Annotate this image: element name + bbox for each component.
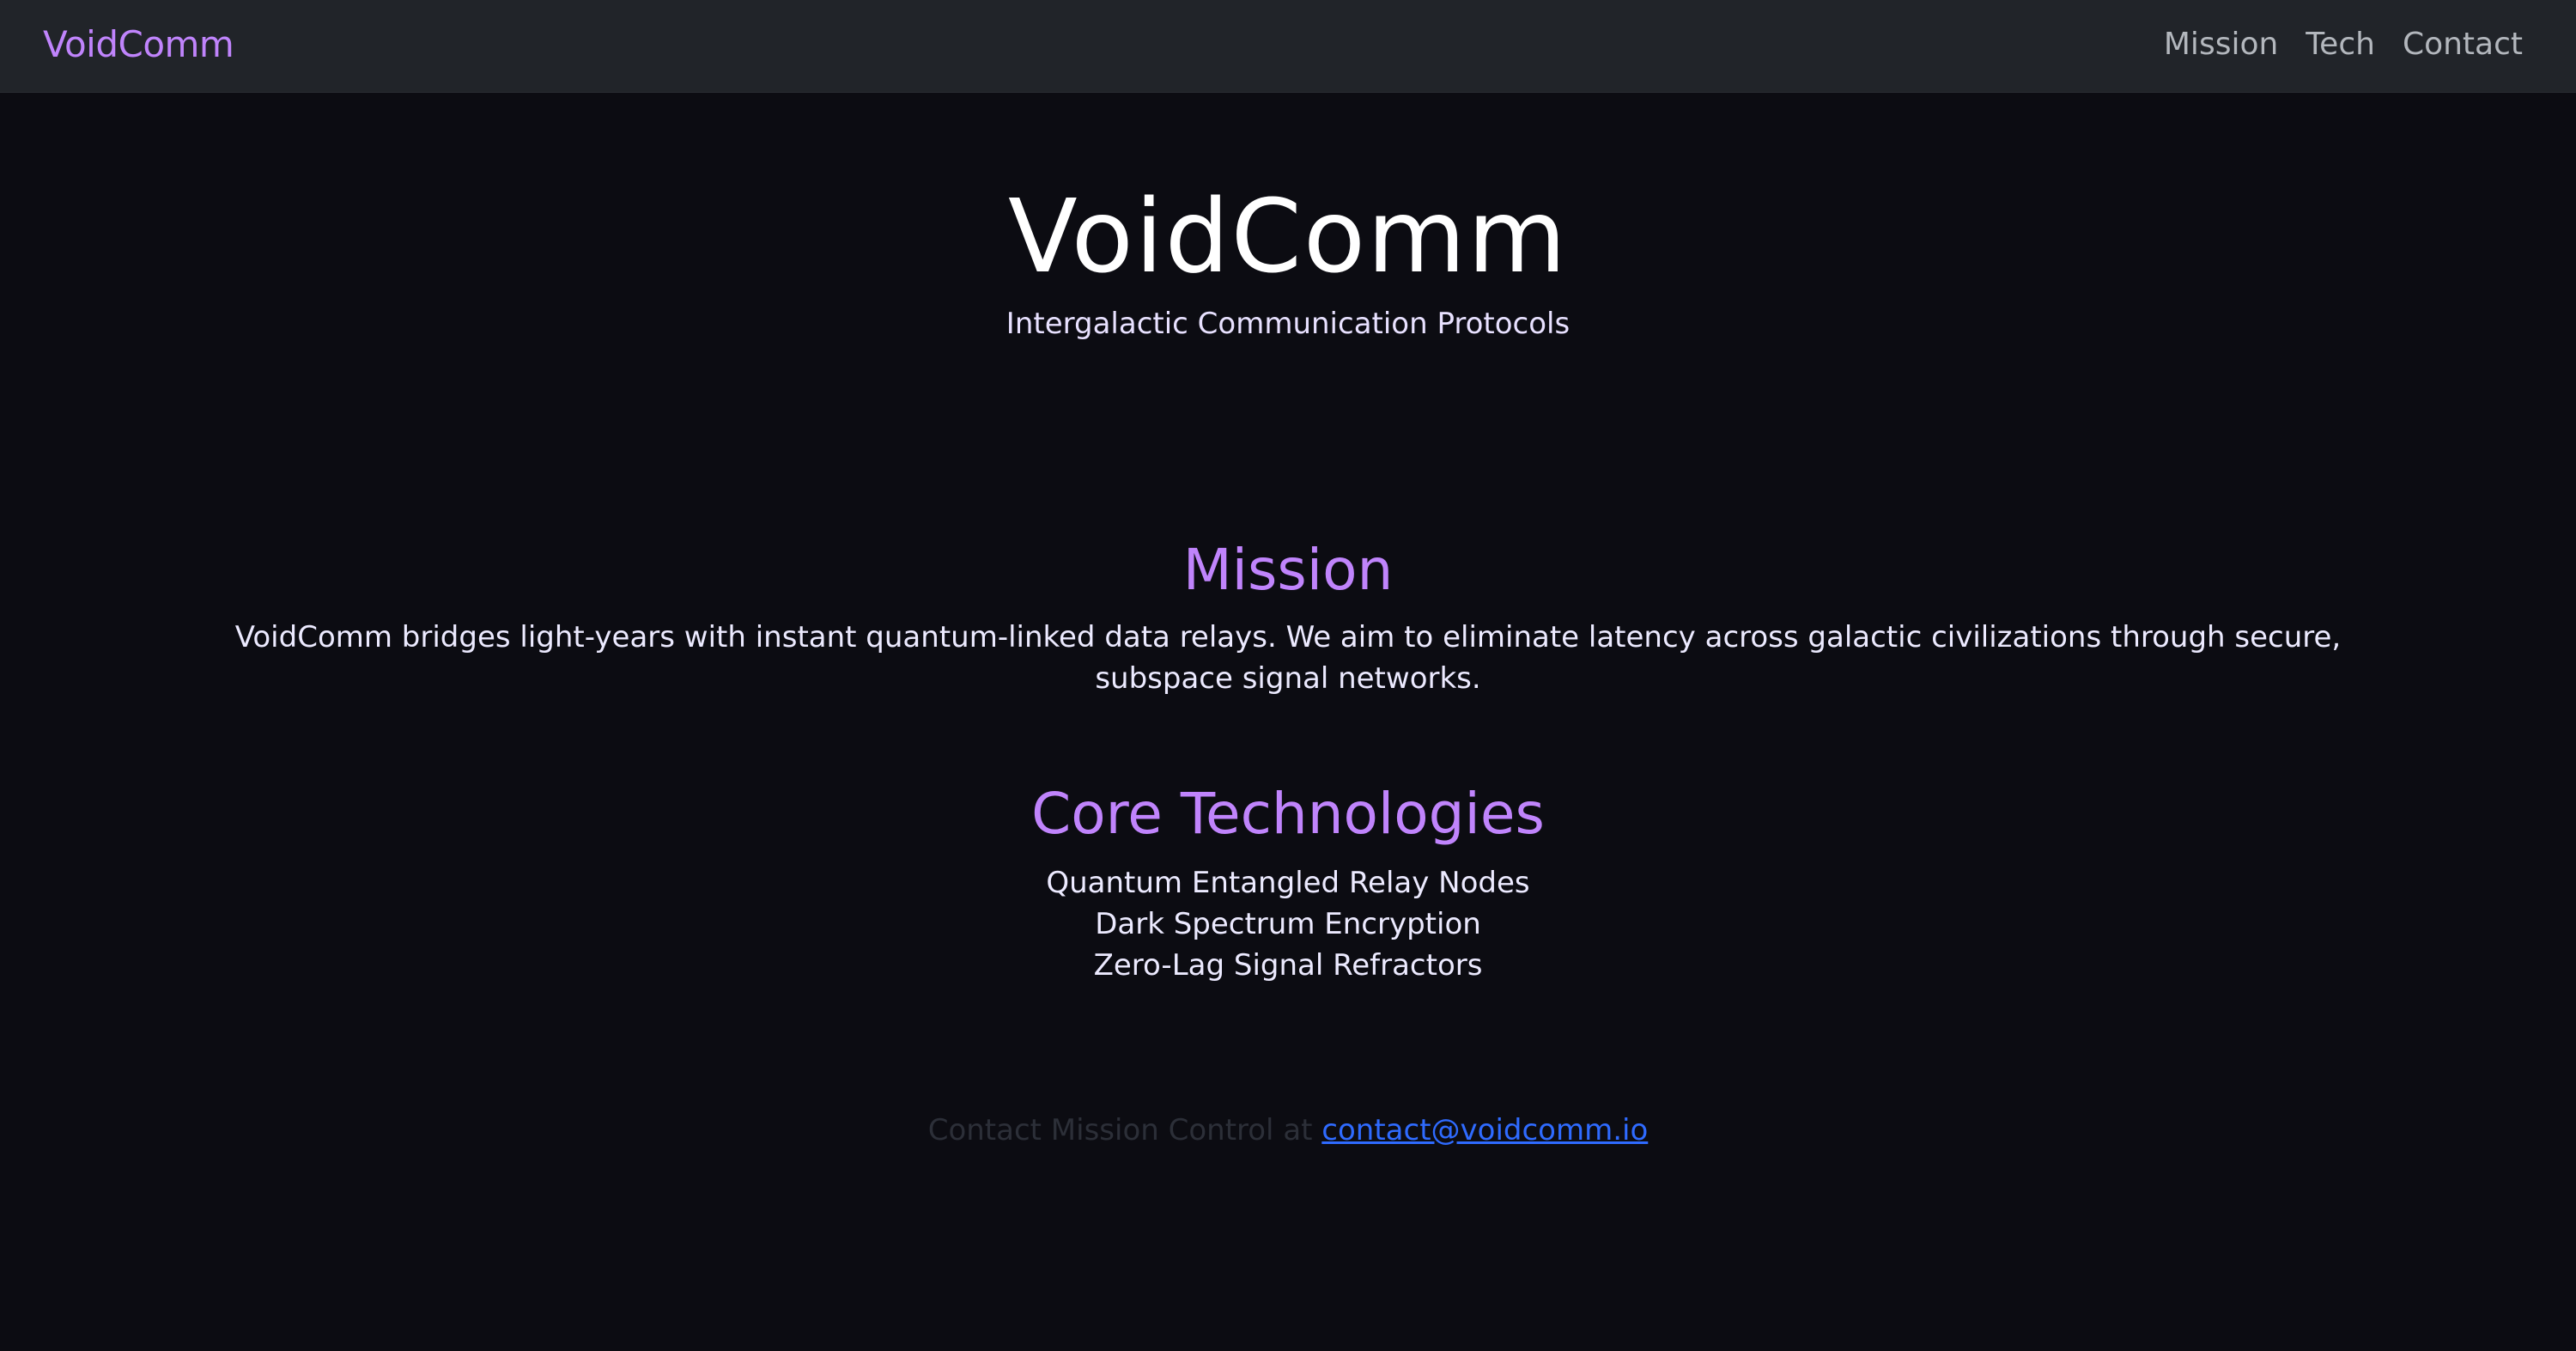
tech-list-item: Zero-Lag Signal Refractors <box>1093 948 1483 983</box>
tech-list-item: Dark Spectrum Encryption <box>1095 907 1481 941</box>
footer: Contact Mission Control at contact@voidc… <box>0 1110 2576 1151</box>
brand-logo-link[interactable]: VoidComm <box>43 21 234 69</box>
core-technologies-heading: Core Technologies <box>1031 781 1545 847</box>
hero-subtitle: Intergalactic Communication Protocols <box>1005 307 1571 341</box>
hero-title: VoidComm <box>1008 177 1568 295</box>
nav-link-contact[interactable]: Contact <box>2403 21 2523 69</box>
mission-text: VoidComm bridges light-years with instan… <box>234 620 2342 696</box>
nav-links: Mission Tech Contact <box>2164 21 2523 69</box>
tech-list-item: Quantum Entangled Relay Nodes <box>1046 866 1530 900</box>
top-navbar: VoidComm Mission Tech Contact <box>0 0 2576 93</box>
mission-heading: Mission <box>1182 537 1394 603</box>
nav-link-tech[interactable]: Tech <box>2306 21 2375 69</box>
contact-email-link[interactable]: contact@voidcomm.io <box>1321 1113 1648 1147</box>
nav-link-mission[interactable]: Mission <box>2164 21 2278 69</box>
core-technologies-list: Quantum Entangled Relay Nodes Dark Spect… <box>0 862 2576 986</box>
footer-contact-text: Contact Mission Control at <box>927 1113 1322 1147</box>
